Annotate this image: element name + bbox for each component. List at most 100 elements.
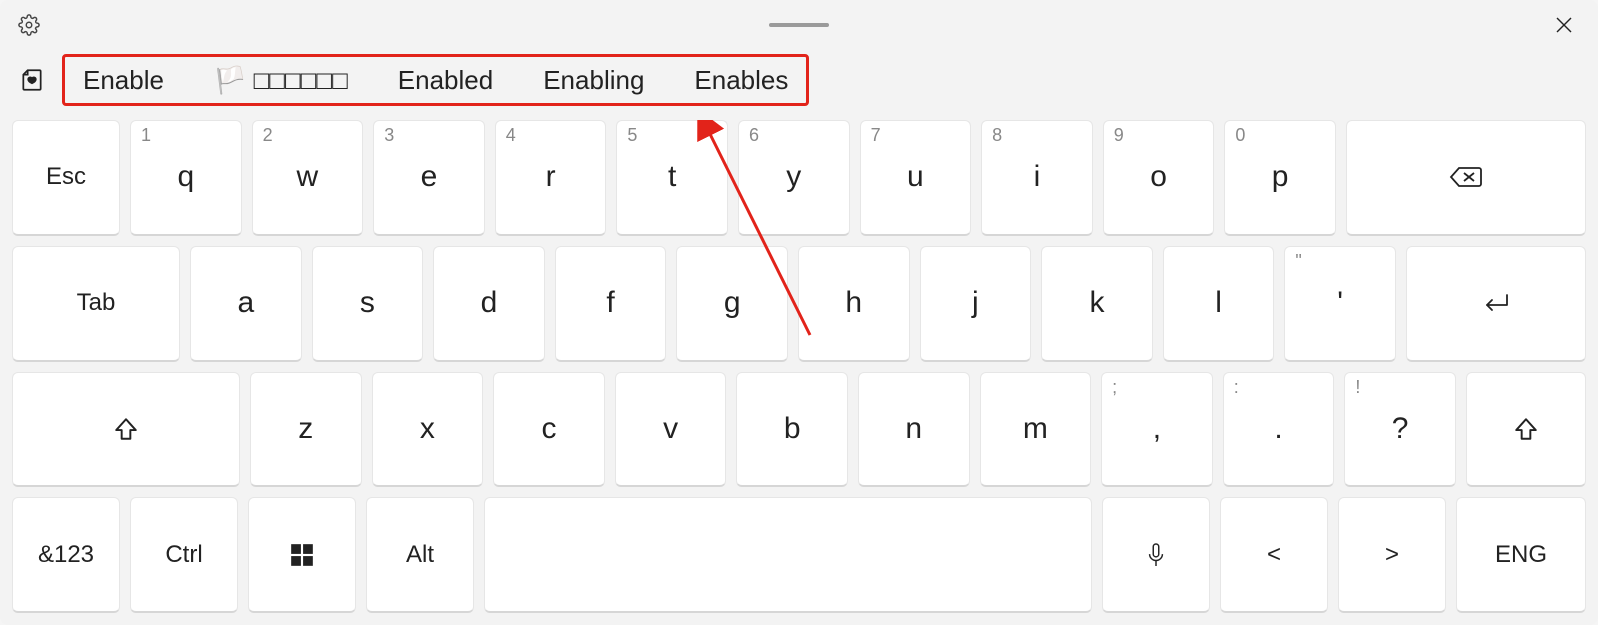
key-b[interactable]: b: [736, 372, 848, 488]
key-g[interactable]: g: [676, 246, 788, 362]
key-label: m: [1023, 412, 1048, 446]
key-shift-right[interactable]: [1466, 372, 1586, 488]
key-label: j: [972, 286, 979, 320]
key-label: .: [1274, 412, 1282, 446]
suggestion-item[interactable]: Enable: [73, 61, 174, 100]
drag-handle[interactable]: [769, 23, 829, 27]
key-label: r: [546, 160, 556, 194]
key-label: n: [905, 412, 922, 446]
key-s[interactable]: s: [312, 246, 424, 362]
key-apostrophe[interactable]: "': [1284, 246, 1396, 362]
microphone-icon: [1145, 542, 1167, 568]
key-space[interactable]: [484, 497, 1092, 613]
key-language[interactable]: ENG: [1456, 497, 1586, 613]
key-y[interactable]: 6y: [738, 120, 850, 236]
key-e[interactable]: 3e: [373, 120, 485, 236]
key-r[interactable]: 4r: [495, 120, 607, 236]
key-tab[interactable]: Tab: [12, 246, 180, 362]
key-sup: :: [1234, 377, 1239, 398]
suggestion-item[interactable]: Enabling: [533, 61, 654, 100]
key-sup: 4: [506, 125, 516, 146]
key-label: s: [360, 286, 375, 320]
key-w[interactable]: 2w: [252, 120, 364, 236]
key-sup: 3: [384, 125, 394, 146]
suggestion-item[interactable]: 🏳️ □□□□□□: [204, 61, 358, 100]
key-sup: 8: [992, 125, 1002, 146]
key-label: e: [421, 160, 438, 194]
key-label: t: [668, 160, 676, 194]
backspace-icon: [1449, 165, 1483, 189]
key-u[interactable]: 7u: [860, 120, 972, 236]
close-button[interactable]: [1544, 10, 1584, 40]
key-label: i: [1034, 160, 1041, 194]
key-comma[interactable]: ;,: [1101, 372, 1213, 488]
key-j[interactable]: j: [920, 246, 1032, 362]
key-ctrl[interactable]: Ctrl: [130, 497, 238, 613]
key-d[interactable]: d: [433, 246, 545, 362]
key-sup: 6: [749, 125, 759, 146]
key-label: h: [845, 286, 862, 320]
key-label: a: [237, 286, 254, 320]
heart-note-icon: [19, 67, 45, 93]
key-c[interactable]: c: [493, 372, 605, 488]
keyboard-grid: Esc 1q 2w 3e 4r 5t 6y 7u 8i 9o 0p Tab a …: [0, 110, 1598, 625]
key-sup: 2: [263, 125, 273, 146]
key-dictation[interactable]: [1102, 497, 1210, 613]
key-k[interactable]: k: [1041, 246, 1153, 362]
key-label: f: [606, 286, 614, 320]
key-label: o: [1150, 160, 1167, 194]
key-sup: ": [1295, 251, 1301, 272]
key-p[interactable]: 0p: [1224, 120, 1336, 236]
key-windows[interactable]: [248, 497, 356, 613]
key-enter[interactable]: [1406, 246, 1586, 362]
titlebar: [0, 0, 1598, 50]
key-row-4: &123 Ctrl Alt < > ENG: [12, 497, 1586, 613]
key-numsym[interactable]: &123: [12, 497, 120, 613]
key-label: w: [297, 160, 319, 194]
key-arrow-right[interactable]: >: [1338, 497, 1446, 613]
key-sup: ;: [1112, 377, 1117, 398]
key-q[interactable]: 1q: [130, 120, 242, 236]
key-z[interactable]: z: [250, 372, 362, 488]
key-sup: 9: [1114, 125, 1124, 146]
key-t[interactable]: 5t: [616, 120, 728, 236]
key-alt[interactable]: Alt: [366, 497, 474, 613]
key-x[interactable]: x: [372, 372, 484, 488]
suggestion-highlight-box: Enable 🏳️ □□□□□□ Enabled Enabling Enable…: [62, 54, 809, 106]
key-a[interactable]: a: [190, 246, 302, 362]
key-label: b: [784, 412, 801, 446]
key-label: d: [481, 286, 498, 320]
key-arrow-left[interactable]: <: [1220, 497, 1328, 613]
close-icon: [1555, 16, 1573, 34]
suggestion-item[interactable]: Enables: [684, 61, 798, 100]
key-n[interactable]: n: [858, 372, 970, 488]
enter-icon: [1481, 291, 1511, 315]
key-label: k: [1089, 286, 1104, 320]
key-o[interactable]: 9o: [1103, 120, 1215, 236]
key-i[interactable]: 8i: [981, 120, 1093, 236]
key-sup: !: [1355, 377, 1360, 398]
key-esc[interactable]: Esc: [12, 120, 120, 236]
key-label: g: [724, 286, 741, 320]
key-f[interactable]: f: [555, 246, 667, 362]
key-label: ?: [1392, 412, 1409, 446]
on-screen-keyboard: Enable 🏳️ □□□□□□ Enabled Enabling Enable…: [0, 0, 1598, 625]
key-label: ,: [1153, 412, 1161, 446]
key-l[interactable]: l: [1163, 246, 1275, 362]
key-period[interactable]: :.: [1223, 372, 1335, 488]
key-m[interactable]: m: [980, 372, 1092, 488]
suggestion-bar: Enable 🏳️ □□□□□□ Enabled Enabling Enable…: [0, 50, 1598, 110]
key-label: v: [663, 412, 678, 446]
key-shift-left[interactable]: [12, 372, 240, 488]
key-row-3: z x c v b n m ;, :. !?: [12, 372, 1586, 488]
key-label: q: [177, 160, 194, 194]
settings-button[interactable]: [14, 10, 44, 40]
key-label: u: [907, 160, 924, 194]
key-question[interactable]: !?: [1344, 372, 1456, 488]
key-backspace[interactable]: [1346, 120, 1586, 236]
emoji-picker-button[interactable]: [12, 60, 52, 100]
suggestion-item[interactable]: Enabled: [388, 61, 503, 100]
key-h[interactable]: h: [798, 246, 910, 362]
key-row-2: Tab a s d f g h j k l "': [12, 246, 1586, 362]
key-v[interactable]: v: [615, 372, 727, 488]
